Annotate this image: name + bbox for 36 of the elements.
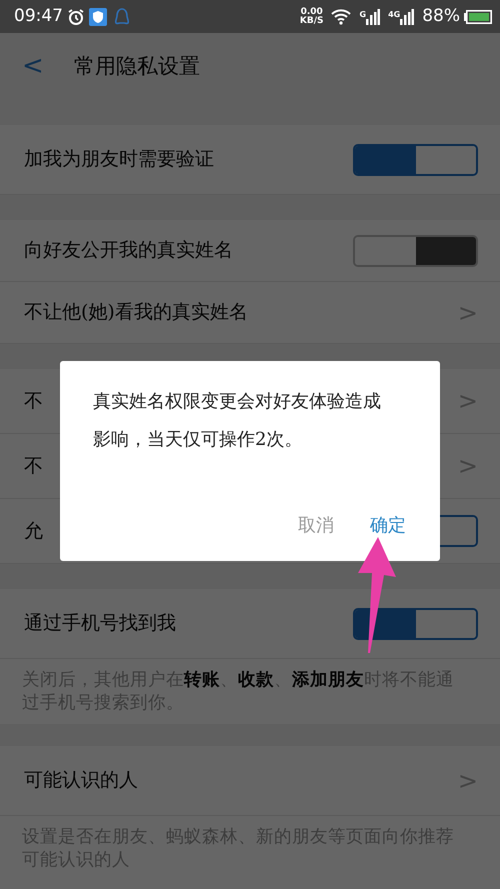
row-label: 向好友公开我的真实姓名 [24, 238, 233, 264]
confirm-button[interactable]: 确定 [366, 510, 410, 541]
row-label: 不 [24, 388, 43, 414]
back-button[interactable]: < [22, 47, 44, 86]
chevron-right-icon: > [458, 294, 478, 330]
chevron-right-icon: > [458, 448, 478, 484]
signal-icon [400, 8, 414, 24]
toggle-switch[interactable] [353, 234, 478, 266]
wifi-icon [331, 8, 352, 24]
row-label: 可能认识的人 [24, 768, 138, 794]
shield-icon [89, 8, 107, 26]
row-label: 不 [24, 454, 43, 479]
alarm-icon [67, 8, 85, 26]
settings-row[interactable]: 通过手机号找到我 [0, 589, 500, 659]
network-speed: 0.00 KB/S [300, 8, 324, 26]
chevron-right-icon: > [458, 762, 478, 798]
toggle-switch[interactable] [353, 144, 478, 176]
settings-row[interactable]: 加我为朋友时需要验证 [0, 125, 500, 195]
network-type-label: G [359, 8, 366, 20]
chevron-right-icon: > [458, 383, 478, 419]
signal-icon [366, 8, 380, 24]
dialog-message: 真实姓名权限变更会对好友体验造成影响，当天仅可操作2次。 [93, 390, 382, 452]
battery-icon [464, 10, 492, 24]
row-label: 加我为朋友时需要验证 [24, 147, 214, 172]
clock-time: 09:47 [14, 4, 63, 28]
network-type-label: 4G [388, 8, 400, 20]
cancel-button[interactable]: 取消 [294, 510, 338, 541]
row-label: 不让他(她)看我的真实姓名 [24, 300, 248, 326]
toggle-switch[interactable] [353, 608, 478, 640]
settings-row[interactable]: 不让他(她)看我的真实姓名 > [0, 282, 500, 344]
page-title: 常用隐私设置 [74, 52, 200, 80]
settings-row[interactable]: 可能认识的人 > [0, 746, 500, 816]
row-label: 允 [24, 518, 43, 544]
settings-row[interactable]: 向好友公开我的真实姓名 [0, 220, 500, 282]
battery-percent: 88% [422, 4, 460, 28]
row-label: 通过手机号找到我 [24, 611, 176, 636]
